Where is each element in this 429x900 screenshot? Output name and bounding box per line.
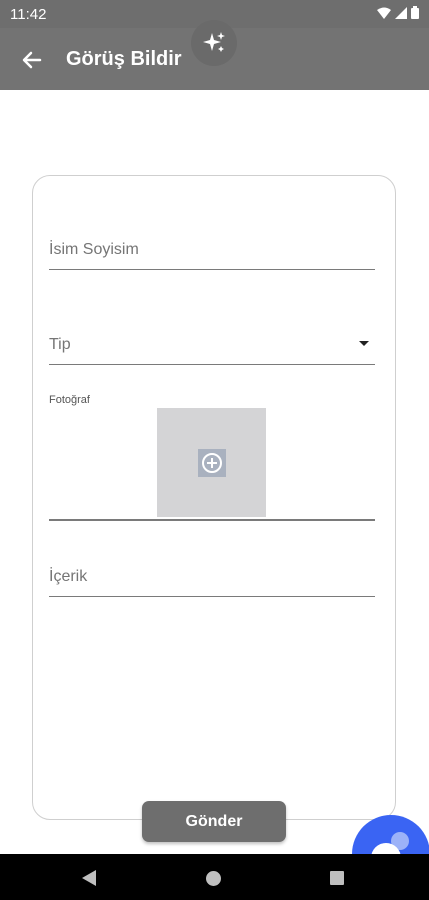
feedback-form-card: İsim Soyisim Tip Fotoğraf İçerik [32,175,396,820]
battery-icon [411,6,419,19]
nav-recents-icon[interactable] [330,871,344,885]
ai-assist-button[interactable] [191,20,237,66]
photo-underline [49,519,375,521]
signal-icon [395,6,407,19]
content-placeholder: İçerik [49,568,88,585]
status-icons [377,6,419,19]
status-time: 11:42 [10,6,47,23]
sparkle-icon [203,32,225,52]
wifi-icon [377,7,391,19]
page-title: Görüş Bildir [66,48,182,70]
content-field[interactable]: İçerik [49,561,375,597]
photo-label: Fotoğraf [49,394,90,406]
app-bar: Görüş Bildir [0,20,429,90]
type-dropdown[interactable]: Tip [49,326,375,365]
name-placeholder: İsim Soyisim [49,241,139,258]
arrow-left-icon [22,51,42,69]
type-placeholder: Tip [49,336,71,353]
system-nav-bar [0,854,429,900]
back-button[interactable] [18,46,46,74]
name-field[interactable]: İsim Soyisim [49,234,375,270]
nav-back-icon[interactable] [82,870,96,886]
nav-home-icon[interactable] [206,871,221,886]
photo-upload-area[interactable] [157,408,266,517]
add-photo-icon [197,448,226,477]
submit-button[interactable]: Gönder [142,801,286,842]
caret-down-icon [359,341,369,346]
